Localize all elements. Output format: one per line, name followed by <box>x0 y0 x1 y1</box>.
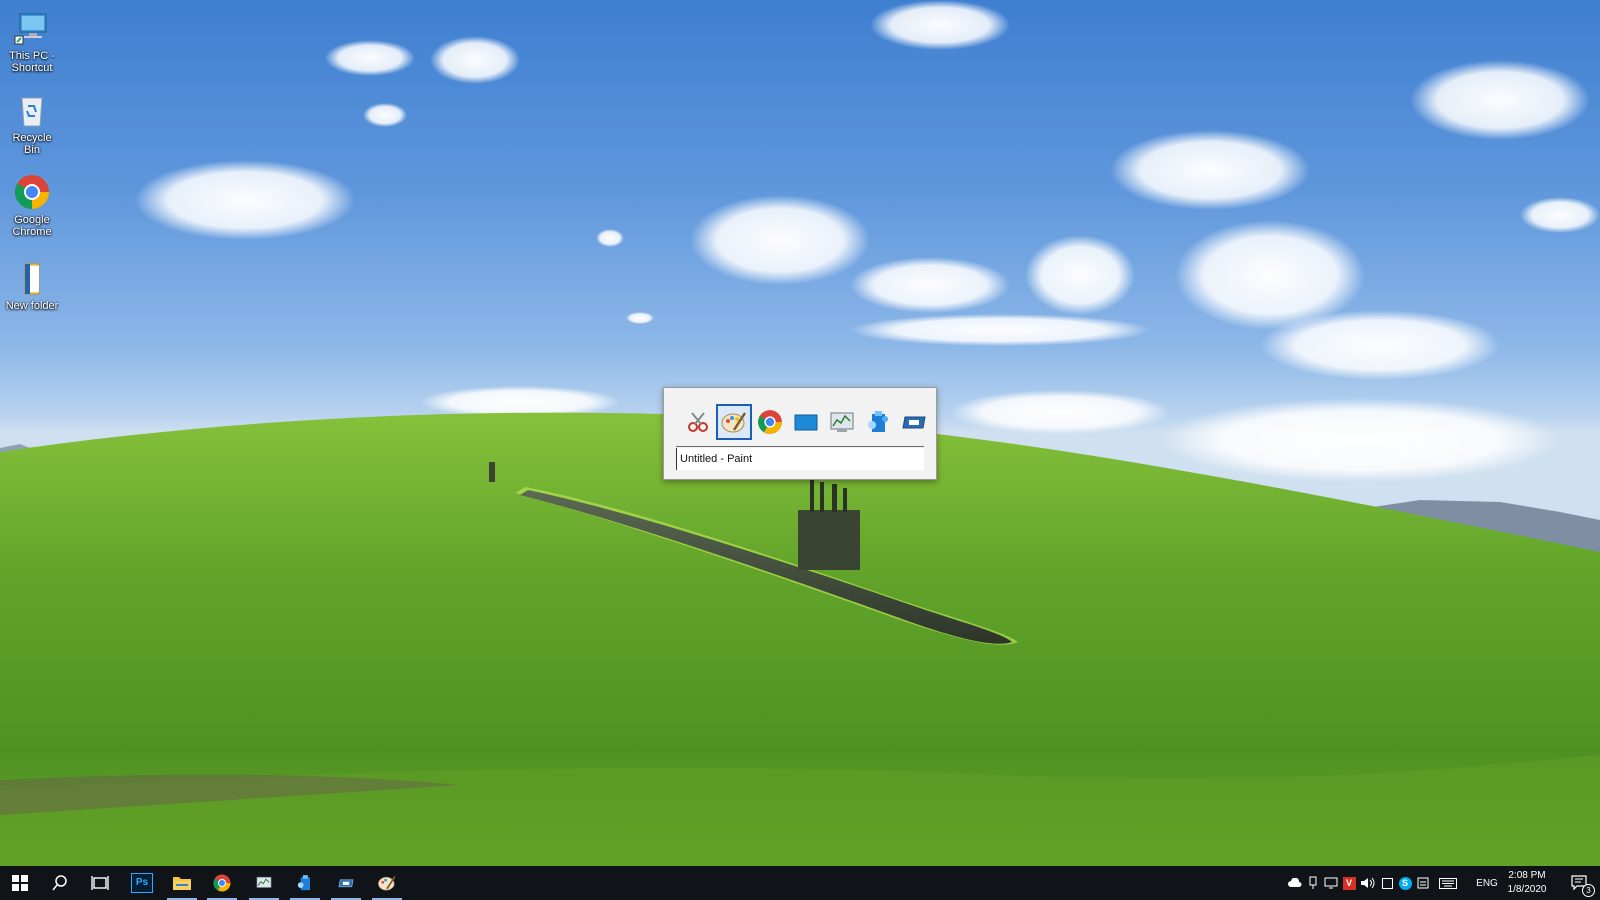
resource-monitor-icon <box>830 412 854 432</box>
v-app-icon: V <box>1342 876 1356 890</box>
desktop[interactable]: This PC - Shortcut Recycle Bin Google Ch… <box>0 0 1600 866</box>
search-button[interactable] <box>40 866 80 900</box>
chrome-icon <box>12 172 52 212</box>
switcher-app-paint[interactable] <box>716 404 752 440</box>
tray-onedrive[interactable] <box>1286 866 1304 900</box>
tray-vivaldi[interactable]: V <box>1340 866 1358 900</box>
taskbar-chrome[interactable] <box>202 866 242 900</box>
desktop-icon-new-folder[interactable]: New folder <box>4 258 60 312</box>
task-view-button[interactable] <box>80 866 120 900</box>
cloud-icon <box>1288 878 1302 887</box>
taskbar: Ps V S ENG 2:08 PM 1/8/2020 3 <box>0 866 1600 900</box>
app-installer-icon <box>297 875 310 891</box>
volume-icon <box>1361 877 1375 889</box>
folder-icon <box>12 258 52 298</box>
clock-time: 2:08 PM <box>1508 870 1546 881</box>
desktop-icon-recycle-bin[interactable]: Recycle Bin <box>4 90 60 156</box>
tray-item[interactable] <box>1304 866 1322 900</box>
tray-volume[interactable] <box>1358 866 1378 900</box>
keyboard-icon <box>1439 877 1457 889</box>
desktop-icon-this-pc[interactable]: This PC - Shortcut <box>4 8 60 74</box>
app-installer-icon <box>868 411 888 432</box>
taskbar-photoshop[interactable]: Ps <box>122 866 162 900</box>
desktop-icon-label: Google Chrome <box>12 214 52 238</box>
clock[interactable]: 2:08 PM 1/8/2020 <box>1497 869 1557 897</box>
action-center-button[interactable]: 3 <box>1560 866 1600 900</box>
ime-icon <box>1417 877 1429 889</box>
desktop-icon-label: New folder <box>5 300 59 312</box>
start-button[interactable] <box>0 866 40 900</box>
tray-touch-keyboard[interactable] <box>1436 866 1460 900</box>
tray-network[interactable] <box>1322 866 1340 900</box>
chrome-icon <box>758 410 782 434</box>
paint-icon <box>721 412 747 433</box>
desktop-icon-label: Recycle Bin <box>12 132 52 156</box>
switcher-app-installer[interactable] <box>860 404 896 440</box>
tray-item[interactable] <box>1378 866 1396 900</box>
start-icon <box>12 875 28 891</box>
computer-icon <box>12 8 52 48</box>
task-switcher[interactable]: Untitled - Paint <box>663 387 937 480</box>
remote-app-icon <box>338 879 354 888</box>
remote-app-icon <box>902 416 926 429</box>
taskbar-file-explorer[interactable] <box>162 866 202 900</box>
chrome-icon <box>213 874 231 892</box>
taskbar-resource-monitor[interactable] <box>244 866 284 900</box>
switcher-divider <box>676 446 924 447</box>
switcher-app-chrome[interactable] <box>752 404 788 440</box>
tray-item[interactable] <box>1414 866 1432 900</box>
taskbar-app-installer[interactable] <box>285 866 325 900</box>
taskbar-remote-app[interactable] <box>326 866 366 900</box>
network-icon <box>1324 877 1338 889</box>
search-icon <box>52 875 67 891</box>
switcher-app-remote[interactable] <box>896 404 932 440</box>
tray-skype[interactable]: S <box>1396 866 1414 900</box>
desktop-icon <box>794 414 818 431</box>
desktop-icon-chrome[interactable]: Google Chrome <box>4 172 60 238</box>
switcher-app-list <box>680 404 932 440</box>
switcher-app-snipping-tool[interactable] <box>680 404 716 440</box>
switcher-app-desktop[interactable] <box>788 404 824 440</box>
resource-monitor-icon <box>256 876 272 888</box>
clock-date: 1/8/2020 <box>1507 884 1547 895</box>
paint-icon <box>378 876 396 891</box>
desktop-icon-label: This PC - Shortcut <box>9 50 55 74</box>
skype-icon: S <box>1398 876 1412 890</box>
recycle-bin-icon <box>12 90 52 130</box>
notification-badge: 3 <box>1582 884 1595 897</box>
file-explorer-icon <box>173 877 191 890</box>
usb-icon <box>1309 876 1317 889</box>
photoshop-icon: Ps <box>131 873 153 893</box>
switcher-window-title: Untitled - Paint <box>676 448 924 470</box>
snipping-tool-icon <box>688 412 708 432</box>
switcher-app-resource-monitor[interactable] <box>824 404 860 440</box>
window-icon <box>1381 877 1393 889</box>
task-view-icon <box>91 876 109 890</box>
taskbar-paint[interactable] <box>367 866 407 900</box>
